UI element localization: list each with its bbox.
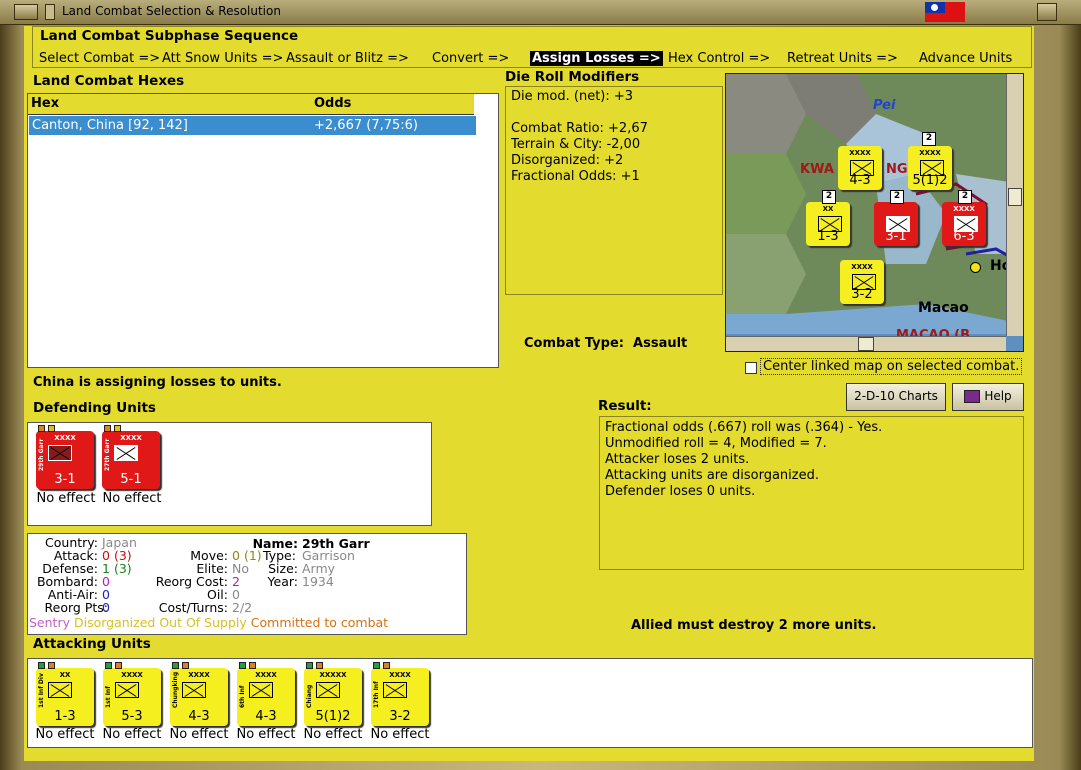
stack-count-badge: 2 [958,190,972,204]
die-roll-modifiers-title: Die Roll Modifiers [505,69,640,85]
stack-count-badge: 2 [822,190,836,204]
defending-unit-counter[interactable]: XXXX 27th Garr 5-1 [102,425,160,489]
attacking-unit-counter[interactable]: XX 1st Inf Div 1-3 [36,662,94,726]
map-label-ng: NG [886,162,908,177]
map-counter-garr[interactable]: XXXX 6-3 [942,202,986,246]
defending-units-panel: XXXX 29th Garr 3-1 No effect XXXX 27th Garr… [27,422,432,526]
terrain-city-mod: Terrain & City: -2,00 [511,137,641,152]
step-hex-control: Hex Control => [668,51,771,66]
result-line: Defender loses 0 units. [605,484,756,499]
step-att-snow-units: Att Snow Units => [162,51,284,66]
map-counter-17th-inf[interactable]: XXXX 3-2 [840,260,884,304]
stack-count-badge: 2 [922,132,936,146]
fractional-odds-mod: Fractional Odds: +1 [511,169,640,184]
step-convert: Convert => [432,51,510,66]
map-horizontal-scroll-thumb[interactable] [858,337,874,351]
close-button[interactable] [1037,3,1057,21]
die-roll-modifiers-panel: Die mod. (net): +3 Combat Ratio: +2,67 T… [505,86,723,295]
combat-type: Combat Type: Assault [524,336,688,351]
unit-status-flags: Sentry Disorganized Out Of Supply Commit… [29,615,389,630]
title-grip-icon [45,4,55,20]
result-line: Fractional odds (.667) roll was (.364) -… [605,420,883,435]
book-icon [964,390,981,403]
center-map-label[interactable]: Center linked map on selected combat. [760,358,1023,375]
result-line: Unmodified roll = 4, Modified = 7. [605,436,827,451]
combat-ratio-mod: Combat Ratio: +2,67 [511,121,648,136]
attacking-unit-counter[interactable]: XXXX Chungking 4-3 [170,662,228,726]
defending-unit-effect: No effect [102,491,162,506]
result-line: Attacking units are disorganized. [605,468,819,483]
column-header-hex[interactable]: Hex [28,94,314,115]
result-panel: Fractional odds (.667) roll was (.364) -… [599,416,1024,570]
attacking-units-title: Attacking Units [33,636,151,652]
combat-hexes-table: Hex Odds Canton, China [92, 142] +2,667 … [27,93,499,368]
combat-hexes-title: Land Combat Hexes [33,73,185,89]
map-label-macao: Macao [918,300,969,316]
result-line: Attacker loses 2 units. [605,452,750,467]
odds-cell: +2,667 (7,75:6) [314,118,418,133]
attacking-unit-counter[interactable]: XXXXX Chiang 5(1)2 [304,662,362,726]
attacking-unit-effect: No effect [35,727,95,742]
map-counter-chungking[interactable]: XXXX 4-3 [838,146,882,190]
attacking-unit-effect: No effect [169,727,229,742]
map-label-pei: Pei [873,98,896,113]
allied-message: Allied must destroy 2 more units. [631,618,877,633]
hex-cell: Canton, China [92, 142] [32,118,188,133]
disorganized-mod: Disorganized: +2 [511,153,624,168]
column-header-odds[interactable]: Odds [312,94,474,115]
charts-button[interactable]: 2-D-10 Charts [846,383,946,411]
attacking-unit-counter[interactable]: XXXX 6th Inf 4-3 [237,662,295,726]
step-advance-units: Advance Units [919,51,1013,66]
attacking-unit-effect: No effect [236,727,296,742]
help-button[interactable]: Help [952,383,1024,411]
stack-count-badge: 2 [890,190,904,204]
defending-unit-counter[interactable]: XXXX 29th Garr 3-1 [36,425,94,489]
step-assign-losses: Assign Losses => [530,51,663,66]
unit-info-panel: Country: Japan Name: 29th Garr Attack: 0 (3… [27,533,467,635]
system-menu-button[interactable] [14,4,38,20]
attacking-units-panel: XX 1st Inf Div 1-3 No effect XXXX 1st Inf 5-3 N… [27,658,1033,748]
table-row[interactable]: Canton, China [92, 142] +2,667 (7,75:6) [29,116,476,135]
map-label-kwa: KWA [800,162,834,177]
map-vertical-scroll-thumb[interactable] [1008,188,1022,206]
map-counter-1st-inf-div[interactable]: XX 1-3 [806,202,850,246]
attacking-unit-effect: No effect [102,727,162,742]
defending-units-title: Defending Units [33,400,156,416]
defending-unit-effect: No effect [36,491,96,506]
center-map-checkbox[interactable] [745,362,757,374]
result-title: Result: [598,398,652,414]
attacking-unit-effect: No effect [370,727,430,742]
attacking-unit-counter[interactable]: XXXX 17th Inf 3-2 [371,662,429,726]
step-assault-or-blitz: Assault or Blitz => [286,51,409,66]
attacking-unit-counter[interactable]: XXXX 1st Inf 5-3 [103,662,161,726]
map-counter-chiang[interactable]: XXXX 5(1)2 [908,146,952,190]
nationalist-china-flag-icon [925,2,965,22]
linked-map[interactable]: Pei KWA NG Macao MACAO (B Ho XXXX4-3 XXX… [725,73,1024,352]
subphase-title: Land Combat Subphase Sequence [40,28,299,44]
status-message: China is assigning losses to units. [33,375,282,390]
city-marker-icon [970,262,981,273]
step-select-combat: Select Combat => [39,51,161,66]
attacking-unit-effect: No effect [303,727,363,742]
map-counter-29th-garr[interactable]: 3-1 [874,202,918,246]
step-retreat-units: Retreat Units => [787,51,898,66]
die-mod-net: Die mod. (net): +3 [511,89,634,104]
window-title: Land Combat Selection & Resolution [62,4,281,18]
